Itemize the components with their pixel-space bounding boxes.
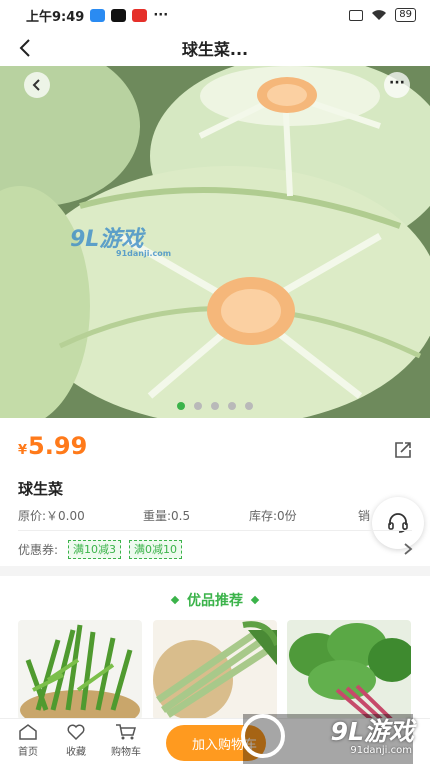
status-time: 上午9:49 xyxy=(26,9,85,25)
tab-home-label: 首页 xyxy=(18,747,38,758)
recommend-item-asparagus-lettuce[interactable] xyxy=(153,620,277,720)
dandelion-greens-image xyxy=(18,620,142,720)
chevron-right-icon xyxy=(404,543,413,555)
back-arrow-icon[interactable] xyxy=(14,36,38,60)
tab-favorite-label: 收藏 xyxy=(66,747,86,758)
app-notification-icon xyxy=(90,8,106,22)
carousel-dot xyxy=(194,402,202,410)
cart-icon xyxy=(116,724,136,740)
headset-icon xyxy=(388,513,408,533)
divider xyxy=(18,530,412,531)
diamond-icon xyxy=(250,595,260,605)
tab-favorite[interactable]: 收藏 xyxy=(54,723,98,758)
product-name: 球生菜 xyxy=(18,480,64,498)
recommend-item-dandelion[interactable] xyxy=(18,620,142,720)
price: ¥ 5.99 xyxy=(18,432,87,460)
recommend-title: 优品推荐 xyxy=(0,590,430,610)
watermark-logo: 9L游戏 91danji.com xyxy=(70,227,172,258)
battery-indicator: 89 xyxy=(395,8,416,22)
carousel-dot xyxy=(177,402,185,410)
home-icon xyxy=(19,724,37,740)
sim-off-icon xyxy=(349,9,364,21)
coupon-badge[interactable]: 满10减3 xyxy=(68,539,122,559)
recommend-item-spinach[interactable] xyxy=(287,620,411,720)
tab-home[interactable]: 首页 xyxy=(6,723,50,758)
stock: 库存:0份 xyxy=(249,509,297,523)
wifi-icon xyxy=(372,10,387,20)
status-bar: 上午9:49 ··· 89 xyxy=(0,0,430,30)
page-title: 球生菜... xyxy=(181,40,249,59)
price-value: 5.99 xyxy=(28,432,88,460)
heart-icon xyxy=(67,724,85,741)
product-image-carousel[interactable]: 9L游戏 91danji.com xyxy=(0,66,430,418)
watermark-text: 9L游戏 xyxy=(330,717,414,746)
weight: 重量:0.5 xyxy=(143,509,191,523)
status-more-dots: ··· xyxy=(153,7,169,23)
lettuce-image xyxy=(0,66,430,418)
original-price: 原价:￥0.00 xyxy=(18,509,85,523)
chevron-left-icon xyxy=(32,79,40,91)
tab-cart-label: 购物车 xyxy=(111,747,141,758)
coupon-badge[interactable]: 满0减10 xyxy=(129,539,183,559)
diamond-icon xyxy=(170,595,180,605)
share-icon[interactable] xyxy=(392,439,414,461)
carousel-dot xyxy=(211,402,219,410)
coupon-row[interactable]: 优惠券: 满10减3 满0减10 xyxy=(18,538,416,560)
tiktok-icon xyxy=(111,8,127,22)
weibo-icon xyxy=(132,8,148,22)
asparagus-lettuce-image xyxy=(153,620,277,720)
tab-cart[interactable]: 购物车 xyxy=(104,723,148,758)
image-more-button[interactable]: ··· xyxy=(384,72,410,98)
coupon-label: 优惠券: xyxy=(18,542,59,557)
section-gap xyxy=(0,566,430,576)
carousel-indicator xyxy=(0,402,430,410)
image-back-button[interactable] xyxy=(24,72,50,98)
sales: 销 xyxy=(358,509,371,523)
price-currency: ¥ xyxy=(18,443,28,458)
carousel-dot xyxy=(245,402,253,410)
carousel-dot xyxy=(228,402,236,410)
spinach-image xyxy=(287,620,411,720)
nav-bar: 球生菜... xyxy=(0,30,430,66)
watermark-url: 91danji.com xyxy=(350,745,412,756)
